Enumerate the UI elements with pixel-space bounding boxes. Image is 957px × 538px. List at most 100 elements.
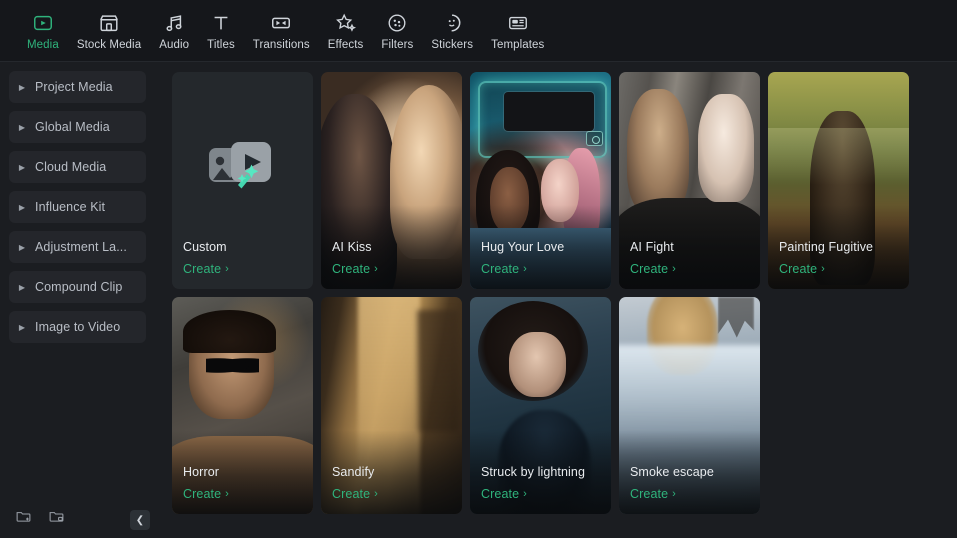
chevron-right-icon: › [821, 262, 825, 275]
tab-titles[interactable]: Titles [198, 8, 244, 51]
create-link[interactable]: Create › [779, 262, 825, 276]
tab-media[interactable]: Media [18, 8, 68, 51]
create-link[interactable]: Create › [332, 487, 378, 501]
card-ai-kiss[interactable]: AI Kiss Create › [321, 72, 462, 289]
tab-stickers-label: Stickers [431, 39, 474, 51]
tab-templates[interactable]: Templates [482, 8, 553, 51]
create-link[interactable]: Create › [481, 262, 527, 276]
create-label: Create [779, 262, 818, 276]
chevron-right-icon: › [225, 262, 229, 275]
template-grid: Custom Create › AI Kiss Create › Hug You… [172, 72, 957, 514]
create-link[interactable]: Create › [630, 262, 676, 276]
card-title: Sandify [332, 465, 375, 479]
sidebar-item-label: Cloud Media [35, 160, 107, 174]
card-smoke-escape[interactable]: Smoke escape Create › [619, 297, 760, 514]
chevron-right-icon: › [374, 262, 378, 275]
card-ai-fight[interactable]: AI Fight Create › [619, 72, 760, 289]
sidebar-item-label: Influence Kit [35, 200, 106, 214]
tab-effects[interactable]: Effects [319, 8, 373, 51]
chevron-right-icon: › [672, 487, 676, 500]
card-hug-your-love[interactable]: Hug Your Love Create › [470, 72, 611, 289]
chevron-left-icon: ❮ [135, 514, 145, 526]
sidebar-footer: ❮ [0, 500, 164, 538]
media-icon [30, 10, 56, 36]
chevron-right-icon: › [225, 487, 229, 500]
card-title: AI Kiss [332, 240, 372, 254]
tab-filters-label: Filters [381, 39, 414, 51]
tab-titles-label: Titles [207, 39, 235, 51]
card-title: Horror [183, 465, 220, 479]
card-title: Hug Your Love [481, 240, 565, 254]
tab-stickers[interactable]: Stickers [422, 8, 482, 51]
create-label: Create [332, 262, 371, 276]
create-link[interactable]: Create › [630, 487, 676, 501]
transition-icon [268, 10, 294, 36]
sidebar-item-label: Image to Video [35, 320, 121, 334]
tab-audio-label: Audio [159, 39, 190, 51]
sidebar-item-label: Adjustment La... [35, 240, 127, 254]
text-t-icon [208, 10, 234, 36]
tab-filters[interactable]: Filters [372, 8, 422, 51]
custom-media-icon [172, 134, 313, 198]
folder-icon [48, 508, 65, 530]
sidebar-item-label: Compound Clip [35, 280, 123, 294]
tab-stock-media-label: Stock Media [76, 39, 142, 51]
create-label: Create [630, 262, 669, 276]
new-folder-button[interactable] [43, 507, 69, 531]
music-note-icon [161, 10, 187, 36]
filter-circle-icon [384, 10, 410, 36]
template-icon [505, 10, 531, 36]
sidebar-item-project-media[interactable]: ▶ Project Media [9, 71, 146, 103]
create-link[interactable]: Create › [332, 262, 378, 276]
sidebar-item-compound-clip[interactable]: ▶ Compound Clip [9, 271, 146, 303]
chevron-right-icon: › [523, 262, 527, 275]
card-struck-by-lightning[interactable]: Struck by lightning Create › [470, 297, 611, 514]
card-horror[interactable]: Horror Create › [172, 297, 313, 514]
sidebar-item-adjustment-layer[interactable]: ▶ Adjustment La... [9, 231, 146, 263]
tab-stock-media[interactable]: Stock Media [68, 8, 150, 51]
create-label: Create [183, 262, 222, 276]
tab-media-label: Media [27, 39, 59, 51]
create-label: Create [481, 262, 520, 276]
create-label: Create [481, 487, 520, 501]
card-meta: Horror Create › [183, 465, 305, 503]
sidebar-item-influence-kit[interactable]: ▶ Influence Kit [9, 191, 146, 223]
sparkle-star-icon [333, 10, 359, 36]
create-link[interactable]: Create › [183, 487, 229, 501]
chevron-right-icon: ▶ [18, 122, 26, 132]
card-meta: Custom Create › [183, 240, 305, 278]
tab-audio[interactable]: Audio [150, 8, 198, 51]
create-link[interactable]: Create › [481, 487, 527, 501]
card-meta: Sandify Create › [332, 465, 454, 503]
card-sandify[interactable]: Sandify Create › [321, 297, 462, 514]
create-label: Create [332, 487, 371, 501]
tab-templates-label: Templates [491, 39, 545, 51]
chevron-right-icon: › [374, 487, 378, 500]
chevron-right-icon: ▶ [18, 162, 26, 172]
import-media-button[interactable] [10, 507, 36, 531]
folder-plus-icon [15, 508, 32, 530]
chevron-right-icon: › [523, 487, 527, 500]
sidebar: ▶ Project Media ▶ Global Media ▶ Cloud M… [0, 62, 164, 538]
card-meta: Struck by lightning Create › [481, 465, 603, 503]
sidebar-item-cloud-media[interactable]: ▶ Cloud Media [9, 151, 146, 183]
card-meta: AI Fight Create › [630, 240, 752, 278]
create-label: Create [183, 487, 222, 501]
template-grid-panel: Custom Create › AI Kiss Create › Hug You… [164, 62, 957, 538]
card-custom[interactable]: Custom Create › [172, 72, 313, 289]
card-title: AI Fight [630, 240, 674, 254]
app-window: Media Stock Media Audio Titles Transitio… [0, 0, 957, 538]
tab-transitions[interactable]: Transitions [244, 8, 319, 51]
collapse-panel-button[interactable]: ❮ [130, 510, 150, 530]
chevron-right-icon: ▶ [18, 282, 26, 292]
sidebar-item-global-media[interactable]: ▶ Global Media [9, 111, 146, 143]
sidebar-item-label: Project Media [35, 80, 113, 94]
sidebar-item-label: Global Media [35, 120, 110, 134]
create-link[interactable]: Create › [183, 262, 229, 276]
sidebar-item-image-to-video[interactable]: ▶ Image to Video [9, 311, 146, 343]
chevron-right-icon: › [672, 262, 676, 275]
chevron-right-icon: ▶ [18, 242, 26, 252]
card-meta: Painting Fugitive Create › [779, 240, 901, 278]
card-title: Custom [183, 240, 227, 254]
card-painting-fugitive[interactable]: Painting Fugitive Create › [768, 72, 909, 289]
